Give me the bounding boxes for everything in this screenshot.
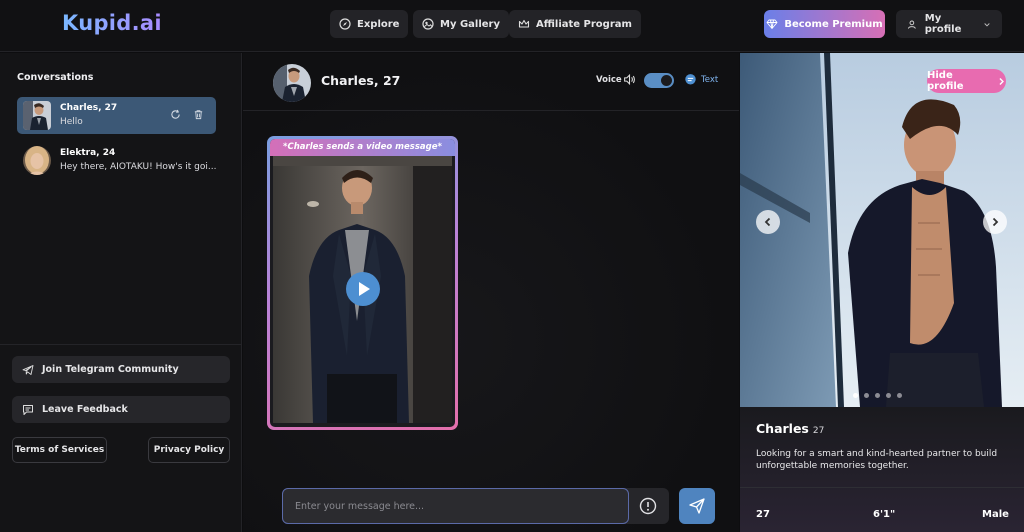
info-icon[interactable] [639,497,657,515]
conversation-name: Charles, 27 [60,103,118,113]
trash-icon[interactable] [193,109,204,120]
chat-bubble-icon [685,74,696,85]
conversations-sidebar: Conversations Charles, 27 Hello Elektra,… [0,53,242,532]
compass-icon [339,18,351,30]
my-profile-label: My profile [924,13,962,35]
crown-icon [518,19,530,28]
chevron-right-icon [992,217,999,227]
profile-info: Charles 27 Looking for a smart and kind-h… [740,407,1024,532]
leave-feedback-label: Leave Feedback [42,404,128,415]
profile-photo [740,53,1024,407]
refresh-icon[interactable] [170,109,181,120]
sidebar-divider [0,344,242,345]
my-gallery-button[interactable]: My Gallery [413,10,509,38]
chevron-left-icon [764,217,771,227]
carousel-prev-button[interactable] [756,210,780,234]
avatar [23,101,51,130]
chat-avatar[interactable] [273,64,311,102]
profile-stat-height: 6'1" [873,509,896,520]
conversations-heading: Conversations [17,72,94,83]
conversation-last-message: Hey there, AIOTAKU! How's it goi... [60,162,217,172]
chat-contact-name: Charles, 27 [321,73,401,88]
conversation-item-charles[interactable]: Charles, 27 Hello [17,97,216,134]
my-gallery-label: My Gallery [440,18,500,30]
chevron-down-icon [984,22,990,26]
feedback-icon [23,404,33,415]
carousel-dot[interactable] [864,393,869,398]
chat-area: Charles, 27 Voice Text *Charles sends a … [243,53,739,532]
message-input[interactable] [282,488,629,524]
terms-of-services-button[interactable]: Terms of Services [12,437,107,463]
hide-profile-button[interactable]: Hide profile [927,69,1006,93]
play-icon [359,282,370,296]
conversation-name: Elektra, 24 [60,148,116,158]
my-profile-button[interactable]: My profile [896,10,1002,38]
video-player[interactable] [273,156,452,423]
gallery-icon [422,18,434,30]
video-message-bubble: *Charles sends a video message* [267,136,458,430]
carousel-next-button[interactable] [983,210,1007,234]
become-premium-label: Become Premium [784,18,883,30]
chevron-right-icon [999,77,1005,85]
speaker-icon [624,73,635,86]
explore-label: Explore [357,18,400,30]
logo[interactable]: Kupid.ai [62,11,162,35]
conversation-last-message: Hello [60,117,83,127]
explore-button[interactable]: Explore [330,10,409,38]
profile-stat-age: 27 [756,509,770,520]
send-icon [689,498,705,514]
user-icon [908,20,916,29]
privacy-policy-button[interactable]: Privacy Policy [148,437,230,463]
top-bar: Kupid.ai Explore My Gallery Affiliate Pr… [0,0,1024,52]
chat-header: Charles, 27 Voice Text [243,53,739,111]
toggle-knob [661,75,672,86]
send-button[interactable] [679,488,715,524]
join-telegram-button[interactable]: Join Telegram Community [12,356,230,383]
join-telegram-label: Join Telegram Community [42,364,179,375]
video-message-card: *Charles sends a video message* [270,139,455,427]
carousel-dot[interactable] [853,393,858,398]
profile-divider [740,487,1024,488]
voice-label: Voice [596,75,622,85]
video-message-caption: *Charles sends a video message* [270,139,455,156]
carousel-dot[interactable] [886,393,891,398]
hide-profile-label: Hide profile [927,70,964,92]
profile-stat-gender: Male [982,509,1009,520]
conversation-item-elektra[interactable]: Elektra, 24 Hey there, AIOTAKU! How's it… [17,142,216,179]
text-label: Text [701,75,719,85]
carousel-dots [853,393,902,398]
voice-text-toggle[interactable] [644,73,674,88]
carousel-dot[interactable] [897,393,902,398]
profile-bio: Looking for a smart and kind-hearted par… [756,449,998,471]
affiliate-program-label: Affiliate Program [536,18,632,30]
profile-age: 27 [812,426,825,436]
profile-photo-carousel[interactable]: Hide profile [740,53,1024,407]
affiliate-program-button[interactable]: Affiliate Program [509,10,641,38]
diamond-icon [766,19,778,29]
message-composer [282,488,669,524]
profile-name-line: Charles 27 [756,421,824,436]
carousel-dot[interactable] [875,393,880,398]
profile-panel: Hide profile Charles 27 Looking for a sma… [740,53,1024,532]
play-button[interactable] [346,272,380,306]
become-premium-button[interactable]: Become Premium [764,10,885,38]
leave-feedback-button[interactable]: Leave Feedback [12,396,230,423]
avatar [23,146,51,175]
profile-name: Charles [756,421,809,436]
telegram-icon [22,364,34,375]
